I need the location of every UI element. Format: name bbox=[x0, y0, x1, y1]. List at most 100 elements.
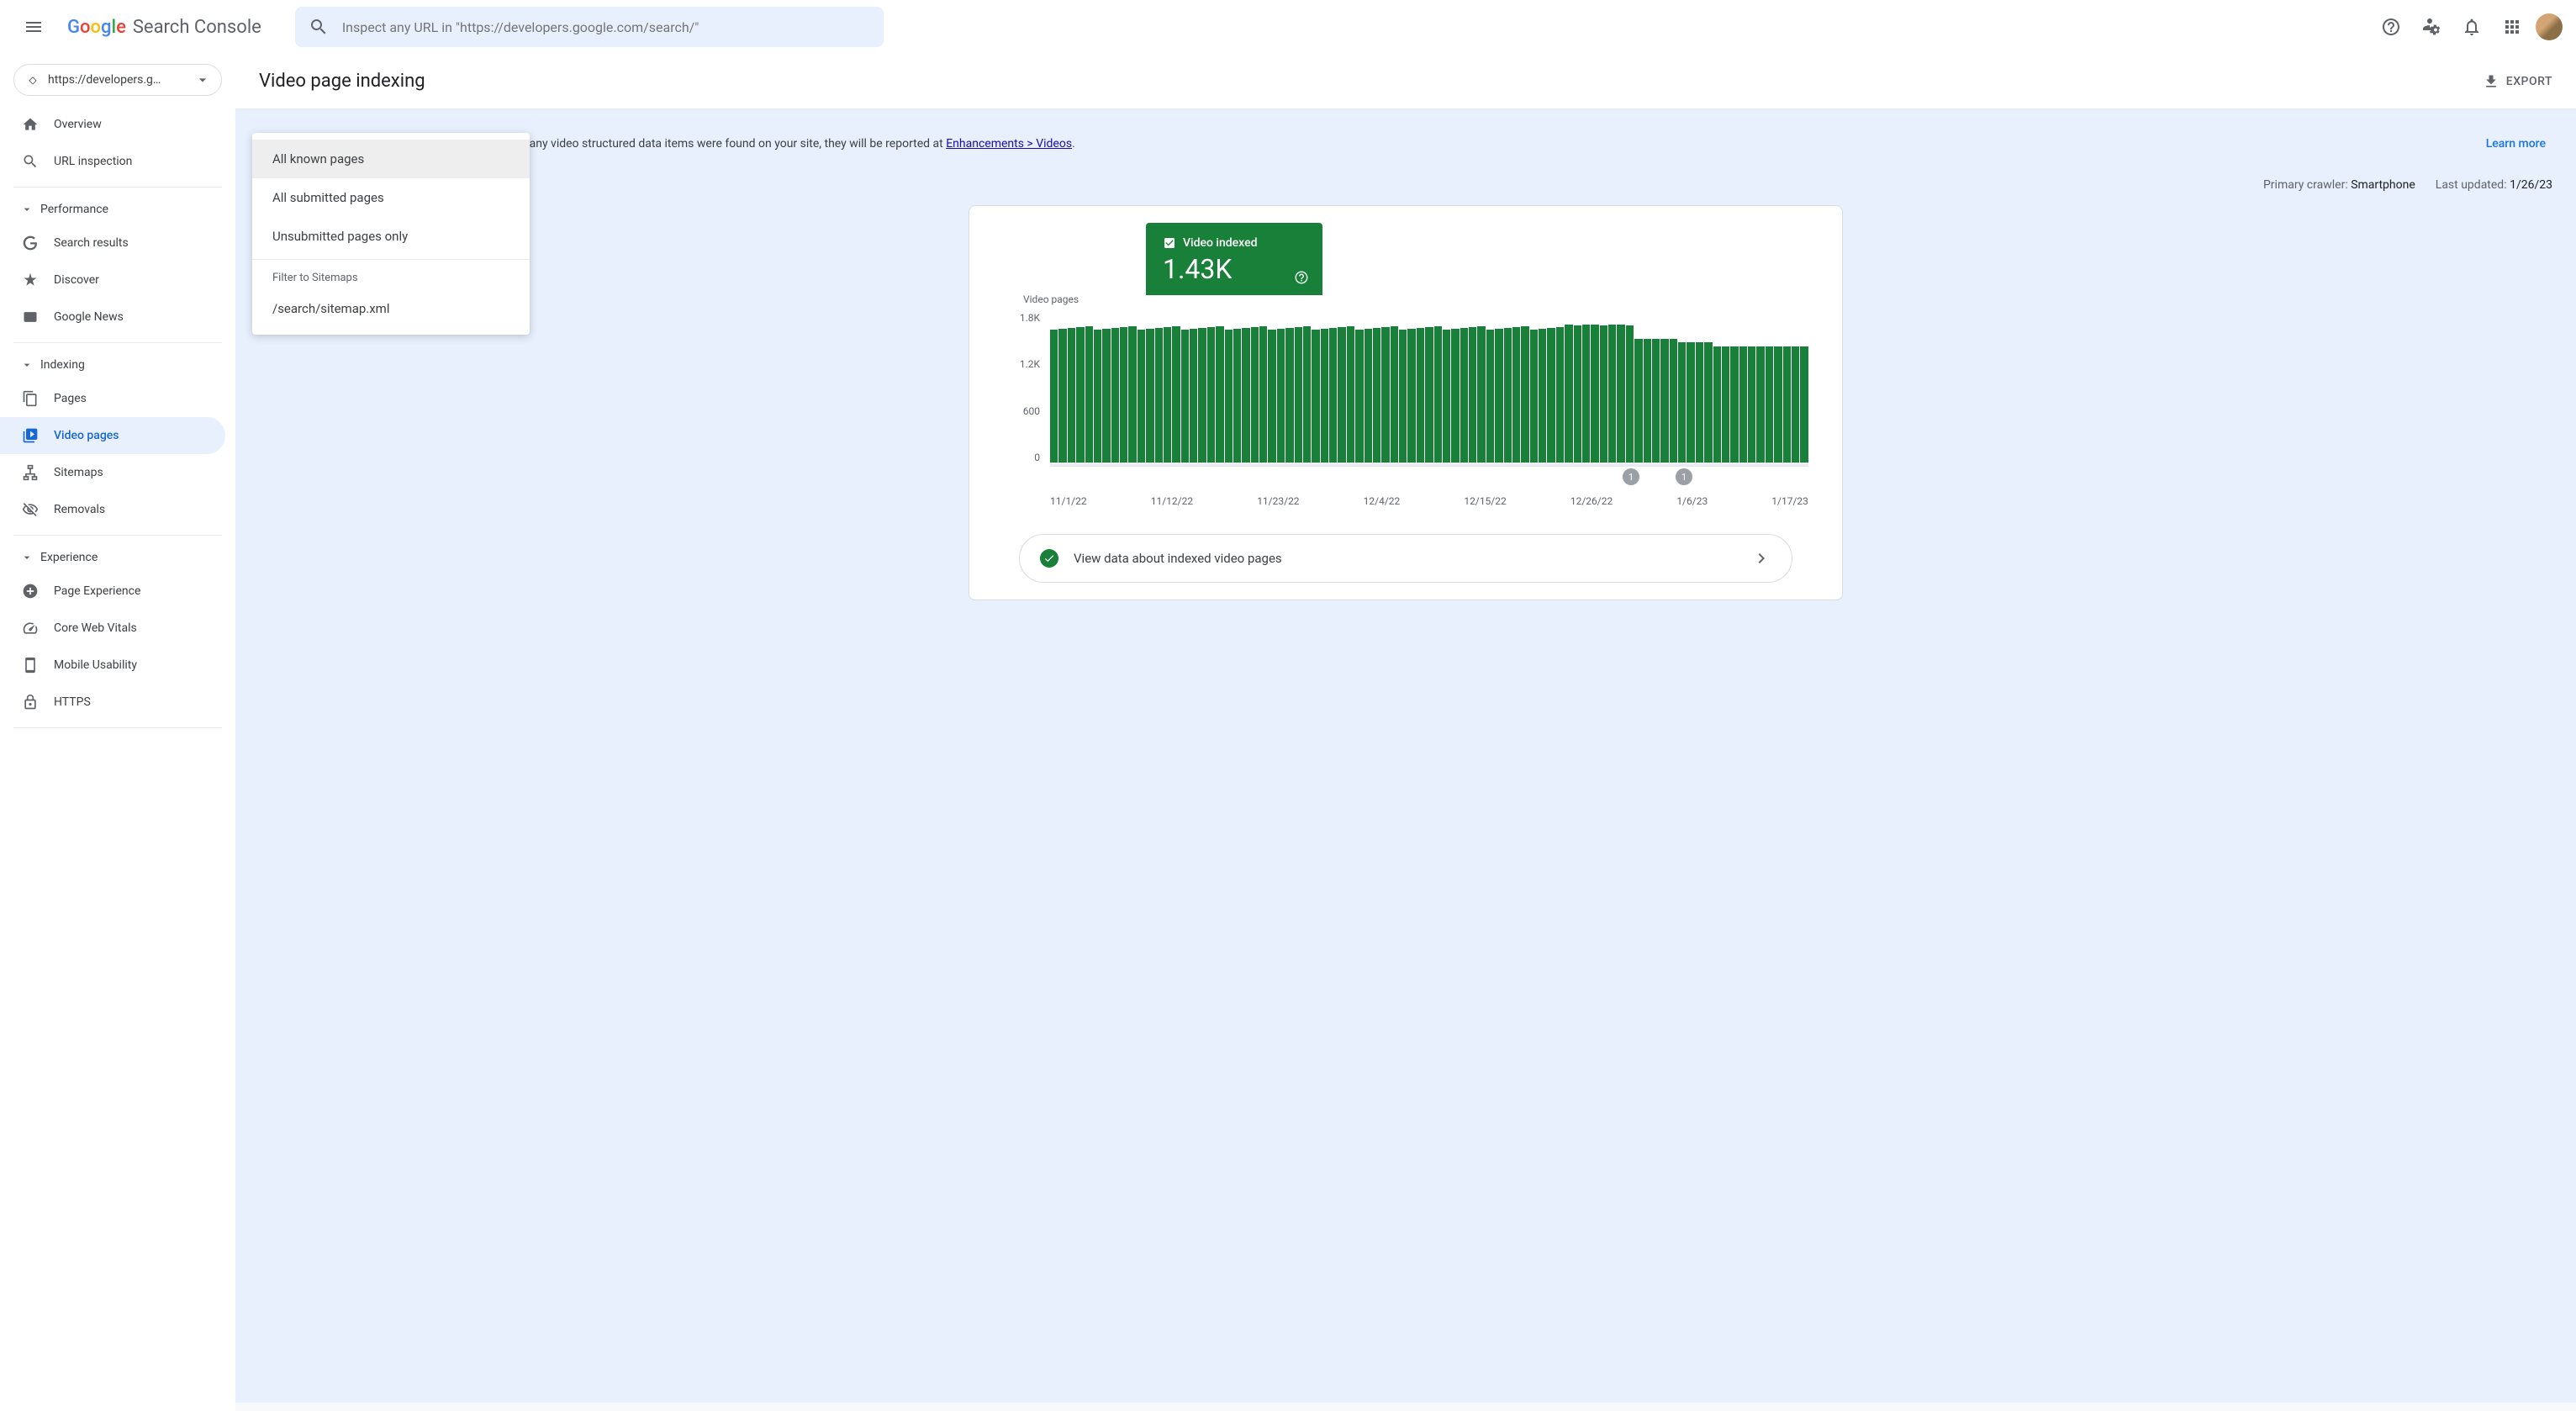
search-input[interactable] bbox=[342, 19, 870, 35]
help-button[interactable] bbox=[2374, 10, 2408, 44]
learn-more-link[interactable]: Learn more bbox=[2486, 137, 2546, 151]
chart-bars bbox=[1050, 312, 1808, 463]
checkbox-checked-icon bbox=[1163, 236, 1176, 250]
chart-bar bbox=[1085, 326, 1093, 462]
chart-bar bbox=[1644, 339, 1651, 462]
chart-bar bbox=[1792, 346, 1799, 462]
apps-button[interactable] bbox=[2495, 10, 2529, 44]
dropdown-section-header: Filter to Sitemaps bbox=[252, 263, 530, 289]
chevron-down-icon bbox=[194, 71, 211, 88]
nav-sitemaps[interactable]: Sitemaps bbox=[0, 454, 225, 491]
chart-bar bbox=[1138, 330, 1145, 462]
chart-bar bbox=[1434, 326, 1442, 462]
profile-avatar[interactable] bbox=[2536, 13, 2563, 40]
nav-separator bbox=[13, 727, 222, 728]
chart-bar bbox=[1164, 327, 1171, 462]
nav-mobile-usability[interactable]: Mobile Usability bbox=[0, 647, 225, 684]
chart-marker[interactable]: 1 bbox=[1676, 468, 1692, 485]
chevron-right-icon bbox=[1751, 548, 1771, 568]
chart-bar bbox=[1582, 325, 1590, 462]
help-icon bbox=[1294, 270, 1309, 285]
chart-bar bbox=[1687, 342, 1694, 462]
nav-pages[interactable]: Pages bbox=[0, 380, 225, 417]
chart-bar bbox=[1748, 346, 1755, 462]
nav-section-performance[interactable]: Performance bbox=[0, 194, 235, 225]
info-banner: This report is about video indexing stat… bbox=[249, 123, 2563, 165]
nav-https[interactable]: HTTPS bbox=[0, 684, 225, 721]
nav-label: Sitemaps bbox=[54, 466, 103, 479]
property-selector[interactable]: ◇ https://developers.g… bbox=[13, 64, 222, 96]
search-bar[interactable] bbox=[295, 7, 884, 47]
notifications-button[interactable] bbox=[2455, 10, 2489, 44]
search-icon bbox=[309, 17, 329, 37]
dropdown-item-all-known[interactable]: All known pages bbox=[252, 140, 530, 178]
metric-tile-indexed[interactable]: Video indexed 1.43K bbox=[1146, 223, 1322, 295]
nav-section-experience[interactable]: Experience bbox=[0, 542, 235, 573]
visibility-off-icon bbox=[22, 501, 39, 518]
chart-marker[interactable]: 1 bbox=[1623, 468, 1639, 485]
nav-label: Discover bbox=[54, 273, 99, 287]
chart-bar bbox=[1617, 325, 1624, 462]
google-logo: Google bbox=[67, 16, 126, 38]
nav-video-pages[interactable]: Video pages bbox=[0, 417, 225, 454]
chart-bar bbox=[1373, 328, 1380, 462]
nav-section-label: Indexing bbox=[40, 358, 85, 372]
dropdown-item-all-submitted[interactable]: All submitted pages bbox=[252, 178, 530, 217]
export-button[interactable]: EXPORT bbox=[2483, 73, 2552, 90]
nav-removals[interactable]: Removals bbox=[0, 491, 225, 528]
chart-bar bbox=[1216, 326, 1223, 462]
view-data-label: View data about indexed video pages bbox=[1074, 551, 1736, 566]
y-tick: 1.2K bbox=[1020, 358, 1040, 370]
chart-bar bbox=[1233, 329, 1241, 462]
app-name: Search Console bbox=[133, 17, 261, 38]
chart-bar bbox=[1574, 325, 1581, 462]
chart-bar bbox=[1094, 330, 1101, 462]
chart-bar bbox=[1365, 329, 1372, 462]
chart-bar bbox=[1660, 339, 1668, 462]
metric-help-button[interactable] bbox=[1294, 270, 1309, 285]
chart-bar bbox=[1050, 330, 1058, 462]
logo[interactable]: Google Search Console bbox=[67, 16, 261, 38]
chart-bar bbox=[1443, 330, 1450, 462]
google-g-icon bbox=[22, 235, 39, 251]
chart-bar bbox=[1251, 327, 1259, 462]
chart-bar bbox=[1730, 346, 1738, 462]
menu-button[interactable] bbox=[13, 7, 54, 47]
nav-url-inspection[interactable]: URL inspection bbox=[0, 143, 225, 180]
chart-bar bbox=[1486, 330, 1494, 462]
chart-base-strip bbox=[1050, 464, 1808, 467]
chart-bar bbox=[1713, 346, 1721, 462]
nav-page-experience[interactable]: Page Experience bbox=[0, 573, 225, 610]
nav-label: Search results bbox=[54, 236, 129, 250]
nav-separator bbox=[13, 187, 222, 188]
view-data-button[interactable]: View data about indexed video pages bbox=[1019, 534, 1792, 583]
dropdown-separator bbox=[252, 259, 530, 260]
chart-bar bbox=[1800, 346, 1808, 462]
chart-bar bbox=[1678, 342, 1686, 462]
nav-google-news[interactable]: Google News bbox=[0, 299, 225, 336]
nav-search-results[interactable]: Search results bbox=[0, 225, 225, 262]
user-manage-button[interactable] bbox=[2415, 10, 2448, 44]
chart-bar bbox=[1495, 329, 1502, 462]
chart-y-title: Video pages bbox=[1023, 293, 1079, 305]
chart-bar bbox=[1451, 329, 1459, 462]
dropdown-item-sitemap[interactable]: /search/sitemap.xml bbox=[252, 289, 530, 328]
nav-core-web-vitals[interactable]: Core Web Vitals bbox=[0, 610, 225, 647]
chart-bar bbox=[1783, 346, 1791, 462]
meta-row: Primary crawler: Smartphone Last updated… bbox=[249, 165, 2563, 205]
chart-bar bbox=[1381, 327, 1389, 462]
y-tick: 600 bbox=[1023, 405, 1040, 417]
person-settings-icon bbox=[2421, 17, 2441, 37]
chart-bar bbox=[1198, 328, 1206, 462]
nav-section-indexing[interactable]: Indexing bbox=[0, 350, 235, 380]
nav-discover[interactable]: Discover bbox=[0, 262, 225, 299]
banner-link[interactable]: Enhancements > Videos bbox=[946, 137, 1072, 151]
chart-bar bbox=[1120, 327, 1127, 462]
nav-overview[interactable]: Overview bbox=[0, 106, 225, 143]
chart-bar bbox=[1608, 325, 1616, 462]
chart-bar bbox=[1190, 329, 1197, 462]
nav-label: Mobile Usability bbox=[54, 658, 137, 672]
x-axis: 11/1/22 11/12/22 11/23/22 12/4/22 12/15/… bbox=[1050, 495, 1808, 507]
nav-label: HTTPS bbox=[54, 695, 91, 709]
dropdown-item-unsubmitted[interactable]: Unsubmitted pages only bbox=[252, 217, 530, 256]
